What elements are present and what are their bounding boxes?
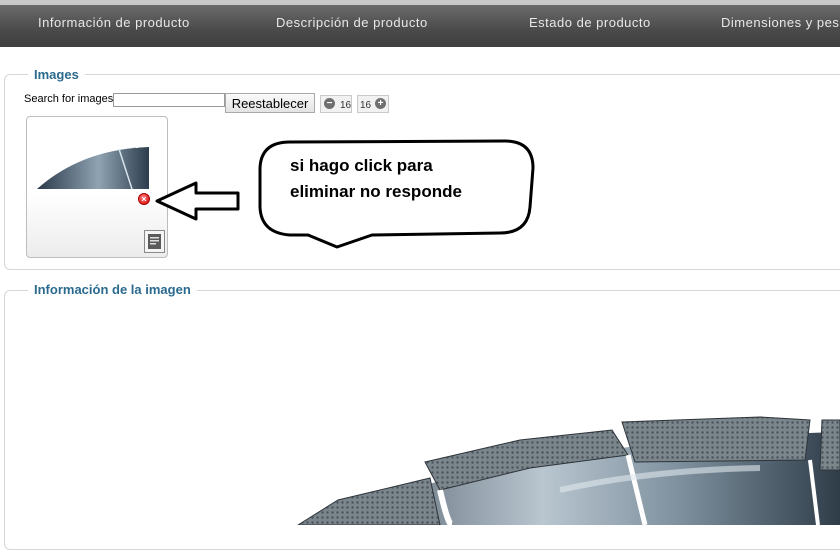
- saw-blade-image: [297, 416, 840, 525]
